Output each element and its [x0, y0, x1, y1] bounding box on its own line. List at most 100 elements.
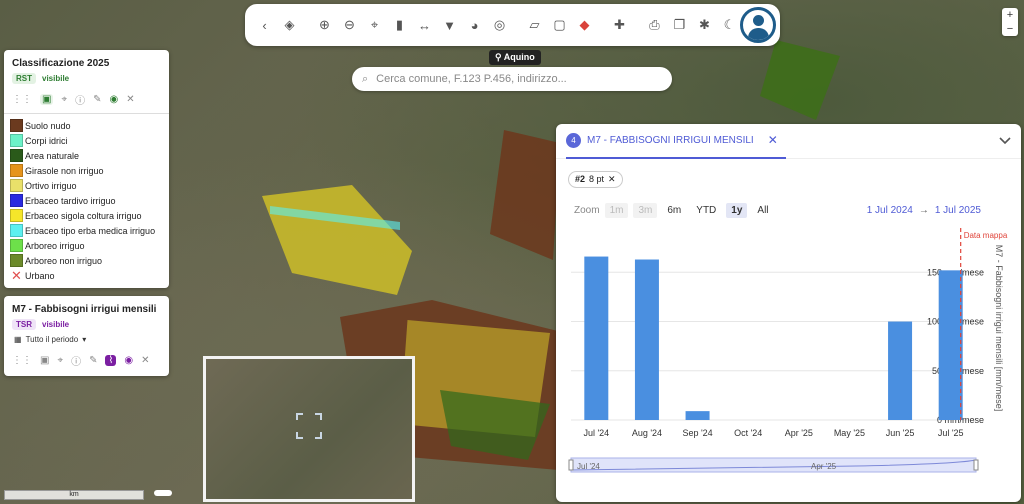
zoom-button-ytd[interactable]: YTD [691, 203, 721, 218]
image-icon[interactable]: ▣ [40, 355, 49, 366]
point-chip: #2 8 pt ✕ [568, 171, 623, 188]
eye-icon[interactable]: ◉ [109, 94, 118, 105]
target-icon[interactable]: ◎ [488, 14, 511, 37]
style-brush-icon[interactable]: ✎ [93, 94, 101, 105]
x-tick-label: Jul '24 [583, 428, 609, 438]
layers-icon[interactable]: ◈ [278, 14, 301, 37]
scale-toggle[interactable] [154, 490, 172, 496]
legend-item: Corpi idrici [10, 133, 163, 148]
zoom-in-icon[interactable]: ⊕ [313, 14, 336, 37]
eraser-icon[interactable]: ◆ [573, 14, 596, 37]
zoom-button-all[interactable]: All [752, 203, 773, 218]
style-brush-icon[interactable]: ✎ [89, 355, 97, 366]
select-area-icon[interactable]: ▢ [548, 14, 571, 37]
period-value: Tutto il periodo [25, 335, 79, 344]
visibility-status: visibile [42, 320, 70, 329]
legend-swatch [10, 149, 23, 162]
collapse-chevron-icon[interactable] [999, 134, 1011, 146]
range-start-input[interactable]: 1 Jul 2024 [867, 205, 913, 216]
locate-icon[interactable]: ⌖ [363, 14, 386, 37]
zoom-button-6m[interactable]: 6m [662, 203, 686, 218]
period-select[interactable]: ▦ Tutto il periodo ▾ [4, 332, 169, 347]
eye-icon[interactable]: ◉ [124, 355, 133, 366]
legend-swatch [10, 209, 23, 222]
x-tick-label: Aug '24 [632, 428, 662, 438]
ruler-icon[interactable]: ▱ [523, 14, 546, 37]
range-end-input[interactable]: 1 Jul 2025 [935, 205, 981, 216]
layer-panel-m7: M7 - Fabbisogni irrigui mensili TSR visi… [4, 296, 169, 376]
x-tick-label: Jul '25 [938, 428, 964, 438]
y-axis-title: M7 - Fabbisogni irrigui mensili [mm/mese… [994, 245, 1004, 412]
zoom-button-1y[interactable]: 1y [726, 203, 748, 218]
drag-handle-icon[interactable]: ⋮⋮ [12, 94, 32, 105]
place-label: ⚲ Aquino [489, 50, 541, 65]
caret-down-icon: ▾ [82, 335, 87, 344]
navigator-label: Apr '25 [811, 462, 837, 471]
bar [685, 411, 710, 420]
search-bar[interactable]: ⌕ Cerca comune, F.123 P.456, indirizzo..… [352, 67, 672, 91]
field-patch [760, 40, 840, 120]
chip-remove-icon[interactable]: ✕ [608, 174, 616, 185]
navigator-label: Jul '24 [577, 462, 600, 471]
moon-icon[interactable]: ☾ [718, 14, 741, 37]
close-tab-icon[interactable]: ✕ [768, 133, 778, 147]
bug-icon[interactable]: ✱ [693, 14, 716, 37]
tab-m7[interactable]: 4 M7 - FABBISOGNI IRRIGUI MENSILI ✕ [566, 124, 786, 159]
close-icon[interactable]: ✕ [126, 94, 134, 105]
legend-list: Suolo nudo Corpi idrici Area naturale Gi… [4, 113, 169, 287]
legend-swatch [10, 119, 23, 132]
navigator-band [570, 457, 977, 473]
legend-swatch [10, 239, 23, 252]
zoom-label: Zoom [574, 205, 600, 216]
bar [634, 259, 659, 420]
bar [938, 270, 963, 420]
palette-icon[interactable]: ◕ [463, 14, 486, 37]
place-name: Aquino [503, 52, 535, 62]
x-tick-label: Jun '25 [886, 428, 915, 438]
print-icon[interactable]: ⎙ [643, 14, 666, 37]
calendar-icon: ▦ [14, 335, 22, 344]
locate-icon[interactable]: ⌖ [61, 94, 67, 105]
x-tick-label: Apr '25 [785, 428, 813, 438]
bookmark-icon[interactable]: ▮ [388, 14, 411, 37]
x-tick-label: May '25 [834, 428, 865, 438]
zoom-in-button[interactable]: + [1002, 8, 1018, 22]
info-icon[interactable]: ⓘ [75, 92, 85, 107]
layer-title: Classificazione 2025 [12, 58, 110, 69]
drag-handle-icon[interactable]: ⋮⋮ [12, 355, 32, 366]
filter-icon[interactable]: ▼ [438, 14, 461, 37]
legend-item: Erbaceo tipo erba medica irriguo [10, 223, 163, 238]
zoom-range-selector: Zoom 1m 3m 6m YTD 1y All [574, 203, 774, 218]
search-input[interactable]: Cerca comune, F.123 P.456, indirizzo... [376, 73, 567, 85]
legend-item: Erbaceo tardivo irriguo [10, 193, 163, 208]
user-avatar-button[interactable] [740, 7, 776, 43]
legend-swatch [10, 224, 23, 237]
overview-minimap[interactable] [203, 356, 415, 502]
legend-swatch [10, 179, 23, 192]
bar-chart[interactable]: 0 mm/mese50 mm/mese100 mm/mese150 mm/mes… [556, 220, 1021, 500]
chart-panel: 4 M7 - FABBISOGNI IRRIGUI MENSILI ✕ #2 8… [556, 124, 1021, 502]
close-icon[interactable]: ✕ [141, 355, 149, 366]
book-icon[interactable]: ❐ [668, 14, 691, 37]
data-map-marker-label: Data mappa [964, 231, 1008, 240]
zoom-out-icon[interactable]: ⊖ [338, 14, 361, 37]
plot-area [571, 228, 976, 420]
tab-title: M7 - FABBISOGNI IRRIGUI MENSILI [587, 134, 754, 146]
map-zoom-control: + − [1002, 8, 1018, 36]
chart-icon[interactable]: ⌇ [105, 355, 117, 366]
info-icon[interactable]: ⓘ [71, 353, 81, 368]
measure-icon[interactable]: ↔ [413, 14, 436, 37]
scale-bar: km [4, 490, 144, 500]
range-arrow: → [918, 205, 929, 216]
zoom-button-1m[interactable]: 1m [604, 203, 629, 218]
locate-icon[interactable]: ⌖ [57, 355, 63, 366]
layer-tools: ⋮⋮ ▣ ⌖ ⓘ ✎ ◉ ✕ [4, 86, 169, 113]
back-icon[interactable]: ‹ [253, 14, 276, 37]
layer-tools: ⋮⋮ ▣ ⌖ ⓘ ✎ ⌇ ◉ ✕ [4, 347, 169, 374]
zoom-out-button[interactable]: − [1002, 22, 1018, 36]
user-icon [753, 15, 764, 26]
plugin-icon[interactable]: ✚ [608, 14, 631, 37]
image-icon[interactable]: ▣ [40, 94, 54, 105]
bar [584, 256, 609, 420]
zoom-button-3m[interactable]: 3m [633, 203, 658, 218]
